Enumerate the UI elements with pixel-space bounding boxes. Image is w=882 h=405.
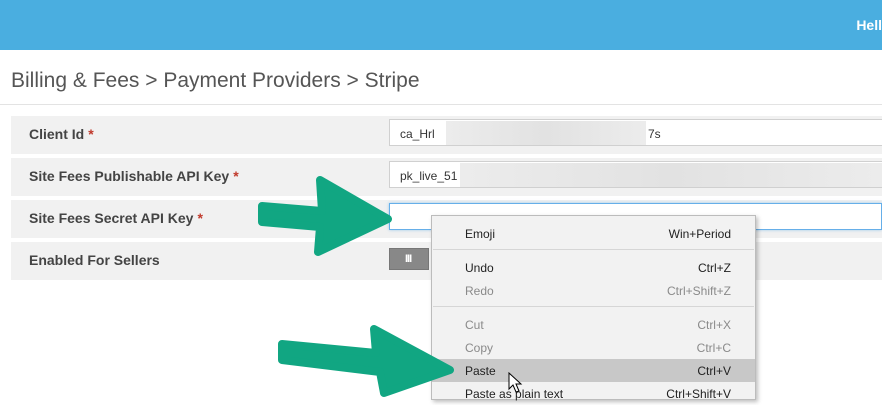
user-greeting[interactable]: Hell	[856, 17, 882, 33]
publishable-key-input[interactable]: pk_live_51	[389, 161, 882, 188]
client-id-row: Client Id * ca_Hrl 7s	[11, 116, 882, 154]
menu-item-paste[interactable]: Paste Ctrl+V	[432, 359, 755, 382]
publishable-key-row: Site Fees Publishable API Key * pk_live_5…	[11, 158, 882, 196]
menu-item-paste-plain-text[interactable]: Paste as plain text Ctrl+Shift+V	[432, 382, 755, 405]
client-id-value-end: 7s	[648, 127, 661, 141]
arrow-right-icon	[278, 325, 454, 397]
secret-key-label: Site Fees Secret API Key *	[29, 210, 203, 226]
redacted-blur	[446, 121, 646, 145]
breadcrumb: Billing & Fees > Payment Providers > Str…	[11, 69, 420, 92]
menu-item-emoji[interactable]: Emoji Win+Period	[432, 222, 755, 245]
breadcrumb-divider	[0, 104, 882, 105]
client-id-input[interactable]: ca_Hrl 7s	[389, 119, 882, 146]
client-id-value-start: ca_Hrl	[400, 127, 435, 141]
menu-item-redo[interactable]: Redo Ctrl+Shift+Z	[432, 279, 755, 302]
menu-item-undo[interactable]: Undo Ctrl+Z	[432, 256, 755, 279]
mouse-cursor-icon	[508, 372, 523, 393]
redacted-blur	[460, 163, 882, 187]
context-menu: Emoji Win+Period Undo Ctrl+Z Redo Ctrl+S…	[431, 215, 756, 401]
publishable-key-label: Site Fees Publishable API Key *	[29, 168, 239, 184]
publishable-key-value-start: pk_live_51	[400, 169, 458, 183]
enabled-for-sellers-label: Enabled For Sellers	[29, 252, 160, 268]
toggle-grip-icon: III	[405, 253, 412, 265]
menu-separator	[433, 249, 754, 250]
required-marker: *	[88, 126, 94, 142]
menu-item-cut[interactable]: Cut Ctrl+X	[432, 313, 755, 336]
enabled-for-sellers-toggle[interactable]: III	[389, 248, 429, 270]
menu-item-copy[interactable]: Copy Ctrl+C	[432, 336, 755, 359]
menu-separator	[433, 306, 754, 307]
required-marker: *	[197, 210, 203, 226]
client-id-label: Client Id *	[29, 126, 94, 142]
required-marker: *	[233, 168, 239, 184]
top-header-bar: Hell	[0, 0, 882, 50]
